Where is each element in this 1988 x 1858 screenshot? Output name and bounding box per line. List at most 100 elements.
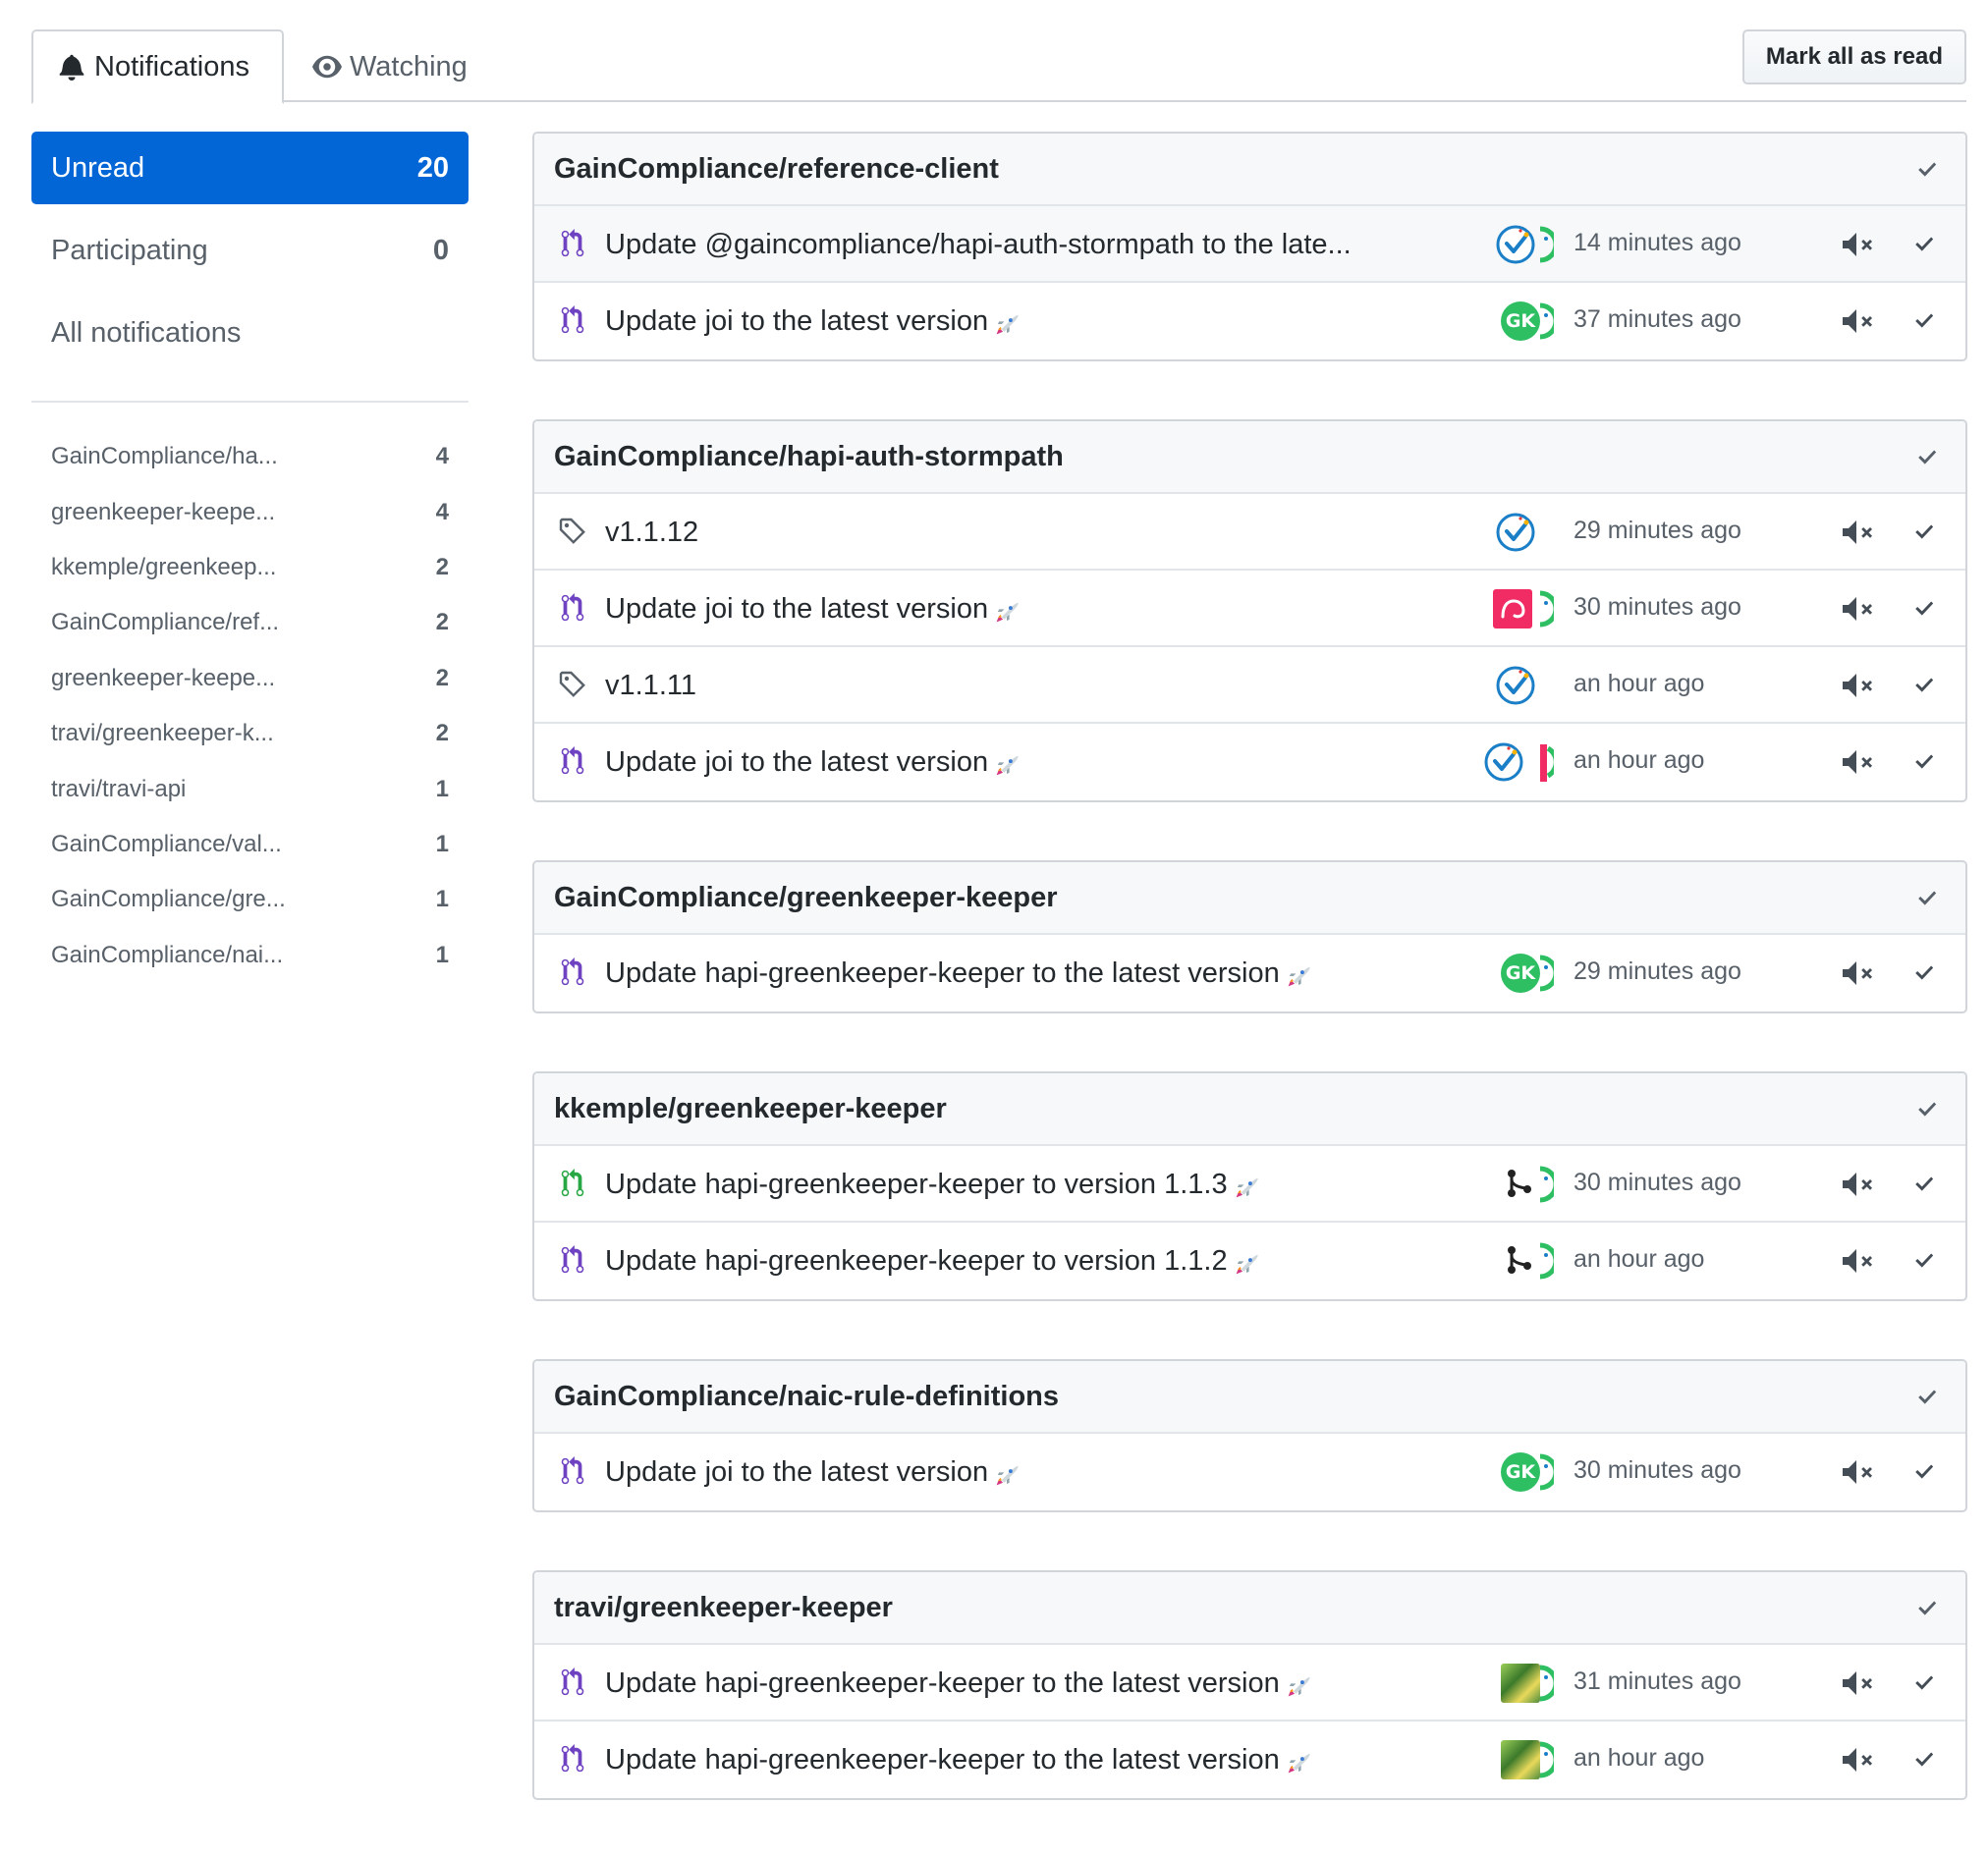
- notification-row[interactable]: Update hapi-greenkeeper-keeper to the la…: [534, 1645, 1965, 1721]
- mark-read-check-icon[interactable]: [1909, 747, 1939, 777]
- avatar[interactable]: [1501, 1740, 1540, 1779]
- mark-repo-read-check-icon[interactable]: [1912, 1095, 1942, 1124]
- repo-filter-item[interactable]: GainCompliance/val... 1: [31, 817, 469, 872]
- repo-filter-item[interactable]: GainCompliance/ha... 4: [31, 429, 469, 484]
- filter-all-notifications[interactable]: All notifications: [31, 297, 469, 369]
- notification-row[interactable]: v1.1.11 an hour ago: [534, 647, 1965, 724]
- notification-title[interactable]: v1.1.11: [605, 647, 696, 724]
- repo-filter-item[interactable]: greenkeeper-keepe... 2: [31, 651, 469, 706]
- avatar[interactable]: [1495, 511, 1538, 554]
- notification-title[interactable]: Update joi to the latest version: [605, 724, 1020, 800]
- stacked-avatar[interactable]: [1540, 954, 1554, 993]
- notification-title[interactable]: Update hapi-greenkeeper-keeper to the la…: [605, 1645, 1311, 1721]
- tab-notifications[interactable]: Notifications: [31, 29, 284, 104]
- mark-read-check-icon[interactable]: [1909, 671, 1939, 700]
- mark-read-check-icon[interactable]: [1909, 1170, 1939, 1199]
- mark-read-check-icon[interactable]: [1909, 1246, 1939, 1276]
- mute-icon[interactable]: [1841, 1745, 1876, 1775]
- group-repo-title[interactable]: GainCompliance/hapi-auth-stormpath: [554, 441, 1064, 473]
- notification-title[interactable]: Update joi to the latest version: [605, 283, 1020, 359]
- avatar[interactable]: [1505, 1244, 1534, 1276]
- avatar[interactable]: [1501, 1664, 1540, 1703]
- avatar[interactable]: GK: [1501, 301, 1540, 341]
- notification-row[interactable]: Update hapi-greenkeeper-keeper to versio…: [534, 1223, 1965, 1299]
- repo-filter-item[interactable]: kkemple/greenkeep... 2: [31, 540, 469, 595]
- mute-icon[interactable]: [1841, 594, 1876, 624]
- repo-filter-item[interactable]: GainCompliance/ref... 2: [31, 595, 469, 650]
- notification-title[interactable]: Update hapi-greenkeeper-keeper to versio…: [605, 1223, 1259, 1299]
- mark-read-check-icon[interactable]: [1909, 958, 1939, 988]
- mute-icon[interactable]: [1841, 306, 1876, 336]
- notification-title[interactable]: Update hapi-greenkeeper-keeper to the la…: [605, 1721, 1311, 1798]
- mute-icon[interactable]: [1841, 230, 1876, 259]
- mark-read-check-icon[interactable]: [1909, 1668, 1939, 1698]
- notification-row[interactable]: Update hapi-greenkeeper-keeper to versio…: [534, 1146, 1965, 1223]
- notification-row[interactable]: Update joi to the latest version an hour …: [534, 724, 1965, 800]
- mark-all-read-button[interactable]: Mark all as read: [1741, 29, 1966, 84]
- stacked-avatar[interactable]: [1540, 1165, 1554, 1204]
- notification-row[interactable]: Update joi to the latest version GK 30 min…: [534, 1434, 1965, 1510]
- repo-filter-item[interactable]: GainCompliance/gre... 1: [31, 872, 469, 927]
- group-repo-title[interactable]: GainCompliance/greenkeeper-keeper: [554, 882, 1058, 914]
- mark-repo-read-check-icon[interactable]: [1912, 443, 1942, 472]
- notification-row[interactable]: Update hapi-greenkeeper-keeper to the la…: [534, 935, 1965, 1011]
- notification-title-text: Update hapi-greenkeeper-keeper to versio…: [605, 1169, 1228, 1200]
- notification-title[interactable]: Update hapi-greenkeeper-keeper to the la…: [605, 935, 1311, 1011]
- mute-icon[interactable]: [1841, 1246, 1876, 1276]
- repo-filter-item[interactable]: greenkeeper-keepe... 4: [31, 484, 469, 539]
- mark-read-check-icon[interactable]: [1909, 1457, 1939, 1487]
- notification-title[interactable]: v1.1.12: [605, 494, 698, 571]
- filter-participating[interactable]: Participating 0: [31, 214, 469, 287]
- notification-row[interactable]: Update joi to the latest version GK 37 min…: [534, 283, 1965, 359]
- notification-row[interactable]: Update hapi-greenkeeper-keeper to the la…: [534, 1721, 1965, 1798]
- avatar[interactable]: [1495, 664, 1538, 707]
- repo-filter-item[interactable]: travi/travi-api 1: [31, 761, 469, 816]
- mute-icon[interactable]: [1841, 958, 1876, 988]
- mark-read-check-icon[interactable]: [1909, 230, 1939, 259]
- stacked-avatar[interactable]: [1540, 742, 1554, 782]
- group-repo-title[interactable]: travi/greenkeeper-keeper: [554, 1592, 893, 1624]
- mute-icon[interactable]: [1841, 1668, 1876, 1698]
- mute-icon[interactable]: [1841, 1457, 1876, 1487]
- notification-title[interactable]: Update hapi-greenkeeper-keeper to versio…: [605, 1146, 1259, 1223]
- avatar[interactable]: [1495, 223, 1538, 266]
- notification-title[interactable]: Update joi to the latest version: [605, 1434, 1020, 1510]
- mark-read-check-icon[interactable]: [1909, 306, 1939, 336]
- mark-repo-read-check-icon[interactable]: [1912, 1383, 1942, 1412]
- notification-title-text: Update joi to the latest version: [605, 1456, 989, 1488]
- stacked-avatar[interactable]: [1540, 1740, 1554, 1779]
- group-repo-title[interactable]: kkemple/greenkeeper-keeper: [554, 1093, 947, 1125]
- mute-icon[interactable]: [1841, 671, 1876, 700]
- mark-repo-read-check-icon[interactable]: [1912, 155, 1942, 185]
- notification-title[interactable]: Update @gaincompliance/hapi-auth-stormpa…: [605, 206, 1352, 283]
- mark-read-check-icon[interactable]: [1909, 1745, 1939, 1775]
- mark-repo-read-check-icon[interactable]: [1912, 884, 1942, 913]
- avatar[interactable]: [1505, 1168, 1534, 1199]
- stacked-avatar[interactable]: [1540, 1241, 1554, 1281]
- mute-icon[interactable]: [1841, 747, 1876, 777]
- avatar[interactable]: [1483, 740, 1526, 784]
- stacked-avatar[interactable]: [1540, 1452, 1554, 1492]
- mark-read-check-icon[interactable]: [1909, 518, 1939, 547]
- notification-row[interactable]: v1.1.12 29 minutes ago: [534, 494, 1965, 571]
- mark-read-check-icon[interactable]: [1909, 594, 1939, 624]
- avatar[interactable]: GK: [1501, 954, 1540, 993]
- stacked-avatar[interactable]: [1540, 301, 1554, 341]
- notification-row[interactable]: Update joi to the latest version 30 minut…: [534, 571, 1965, 647]
- stacked-avatar[interactable]: [1540, 1664, 1554, 1703]
- tab-watching[interactable]: Watching: [312, 29, 468, 104]
- avatar[interactable]: GK: [1501, 1452, 1540, 1492]
- notification-row[interactable]: Update @gaincompliance/hapi-auth-stormpa…: [534, 206, 1965, 283]
- repo-filter-item[interactable]: GainCompliance/nai... 1: [31, 928, 469, 983]
- mute-icon[interactable]: [1841, 1170, 1876, 1199]
- group-repo-title[interactable]: GainCompliance/reference-client: [554, 153, 999, 186]
- avatar[interactable]: [1493, 589, 1532, 628]
- mute-icon[interactable]: [1841, 518, 1876, 547]
- stacked-avatar[interactable]: [1540, 589, 1554, 628]
- mark-repo-read-check-icon[interactable]: [1912, 1594, 1942, 1623]
- notification-title[interactable]: Update joi to the latest version: [605, 571, 1020, 647]
- filter-unread[interactable]: Unread 20: [31, 132, 469, 204]
- group-repo-title[interactable]: GainCompliance/naic-rule-definitions: [554, 1381, 1059, 1413]
- repo-filter-item[interactable]: travi/greenkeeper-k... 2: [31, 706, 469, 761]
- stacked-avatar[interactable]: [1540, 225, 1554, 264]
